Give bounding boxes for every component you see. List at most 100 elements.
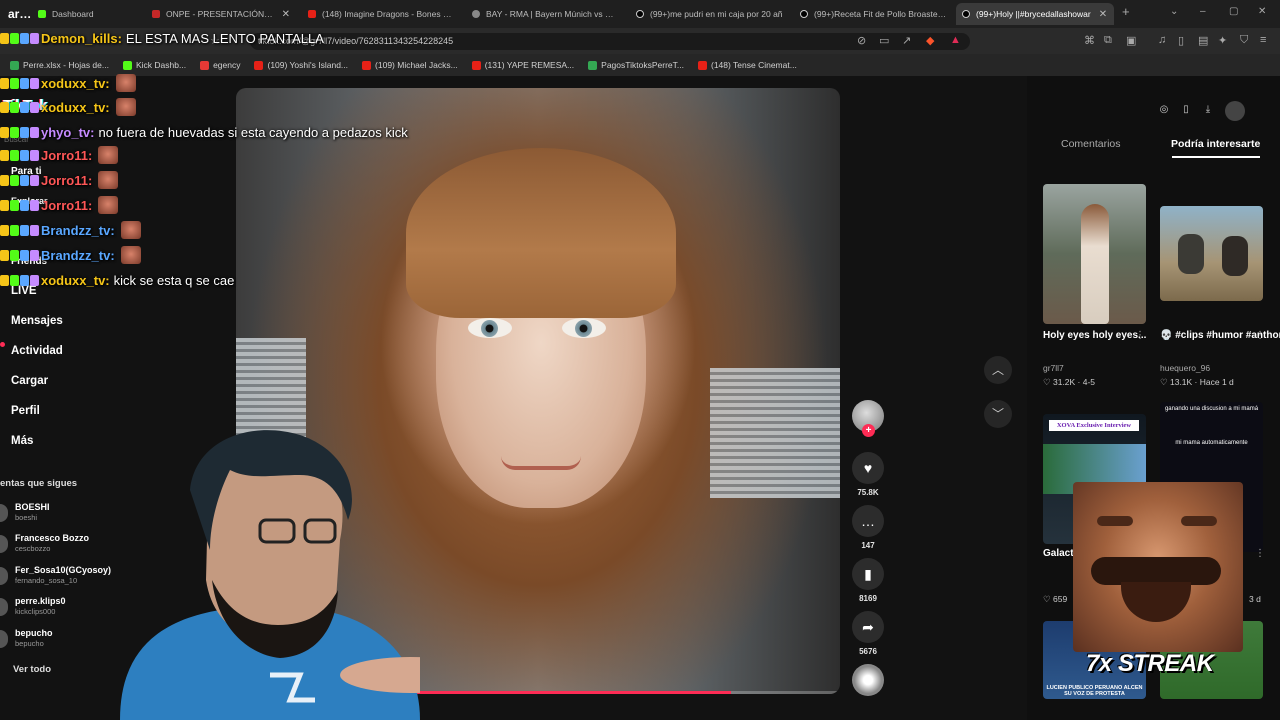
cast-icon[interactable]: ▭	[879, 34, 889, 47]
notification-dot	[0, 342, 5, 347]
badge-icon	[30, 149, 39, 161]
bookmark-item[interactable]: egency	[200, 60, 240, 70]
tab-tiktok-holy[interactable]: (99+)Holy ||#brycedallashowar ✕	[956, 3, 1114, 25]
save-button[interactable]: ▮ 8169	[848, 558, 888, 603]
follow-plus-icon[interactable]: +	[862, 424, 875, 437]
sidebar-icon[interactable]: ▯	[1178, 34, 1184, 47]
more-icon[interactable]: ⋮	[1135, 330, 1145, 341]
shield-icon[interactable]: ⛉	[1240, 34, 1248, 47]
close-window-icon[interactable]: ✕	[1258, 6, 1266, 17]
site-icon	[472, 10, 480, 18]
bookmark-label: (148) Tense Cinemat...	[710, 60, 797, 70]
hair-bangs	[406, 148, 676, 318]
tab-title: (99+)Holy ||#brycedallashowar	[976, 9, 1091, 19]
badge-icon	[0, 174, 9, 186]
nav-mas[interactable]: Más	[11, 435, 33, 447]
bookmark-item[interactable]: Kick Dashb...	[122, 60, 186, 70]
person-figure	[1178, 234, 1204, 274]
comment-button[interactable]: … 147	[848, 505, 888, 550]
shield-off-icon[interactable]: ⊘	[857, 34, 866, 47]
person-figure	[1081, 204, 1109, 324]
card-stats: ♡ 13.1K · Hace 1 d	[1160, 377, 1234, 387]
card-title[interactable]: Holy eyes holy eyes...	[1043, 330, 1146, 341]
bookmark-item[interactable]: Perre.xlsx - Hojas de...	[10, 60, 109, 70]
tab-tiktok-receta[interactable]: (99+)Receta Fit de Pollo Broaster en	[794, 3, 954, 25]
badge-icon	[0, 126, 9, 138]
chat-emote-icon	[115, 74, 136, 92]
minimize-icon[interactable]: –	[1200, 6, 1206, 17]
bookmark-item[interactable]: (131) YAPE REMESA...	[471, 60, 574, 70]
tab-title: BAY - RMA | Bayern Múnich vs Real	[486, 9, 618, 19]
card-user[interactable]: gr7ll7	[1043, 363, 1064, 373]
share-button[interactable]: ➦ 5676	[848, 611, 888, 656]
tiktok-icon	[636, 10, 644, 18]
bookmark-item[interactable]: (109) Yoshi's Island...	[254, 60, 348, 70]
chat-badges	[0, 126, 39, 138]
badge-icon	[20, 32, 29, 44]
tab-bayern[interactable]: BAY - RMA | Bayern Múnich vs Real	[466, 3, 624, 25]
rewards-icon[interactable]: ▲	[950, 34, 961, 46]
video-thumbnail[interactable]	[1160, 206, 1263, 301]
card-stats: 3 d	[1249, 594, 1261, 604]
account-handle: fernando_sosa_10	[15, 576, 78, 585]
author-avatar-button[interactable]: +	[848, 400, 888, 437]
tiktok-icon	[962, 10, 970, 18]
badge-icon	[10, 224, 19, 236]
close-icon[interactable]: ✕	[282, 9, 290, 20]
badge-icon	[0, 199, 9, 211]
more-icon[interactable]: ⋮	[1255, 330, 1265, 341]
bookmark-item[interactable]: PagosTiktoksPerreT...	[588, 60, 684, 70]
vpn-icon[interactable]: ⌘	[1084, 34, 1095, 47]
music-icon[interactable]: ♫	[1158, 34, 1166, 46]
wallet-icon[interactable]: ▤	[1198, 34, 1208, 47]
chat-username: Brandzz_tv:	[41, 247, 115, 263]
mustache	[1091, 557, 1221, 585]
bookmark-label: (109) Yoshi's Island...	[267, 60, 349, 70]
tab-tiktok-caja[interactable]: (99+)me pudri en mi caja por 20 añ	[630, 3, 790, 25]
nav-perfil[interactable]: Perfil	[11, 405, 40, 417]
device-icon[interactable]: ▯	[1179, 104, 1193, 118]
tab-onpe[interactable]: ONPE - PRESENTACIÓN DE RE ✕	[146, 3, 296, 25]
chat-emote-icon	[98, 196, 119, 214]
tab-dashboard[interactable]: Dashboard	[32, 3, 132, 25]
share-icon[interactable]: ↗	[902, 34, 911, 47]
close-icon[interactable]: ✕	[1099, 9, 1107, 20]
video-thumbnail[interactable]	[1043, 184, 1146, 324]
youtube-icon	[254, 60, 264, 70]
badge-icon	[10, 77, 19, 89]
see-all-link[interactable]: Ver todo	[13, 664, 51, 675]
tab-search-icon[interactable]: ⌄	[1170, 6, 1178, 17]
active-tab-indicator	[1172, 156, 1260, 158]
avatar[interactable]	[1225, 101, 1245, 121]
tab-comments[interactable]: Comentarios	[1061, 138, 1121, 150]
bookmark-item[interactable]: (148) Tense Cinemat...	[697, 60, 797, 70]
chevron-up-icon[interactable]: ︿	[984, 356, 1012, 384]
tab-imagine-dragons[interactable]: (148) Imagine Dragons - Bones (Of	[302, 3, 460, 25]
badge-icon	[20, 274, 29, 286]
nav-mensajes[interactable]: Mensajes	[11, 315, 63, 327]
nav-cargar[interactable]: Cargar	[11, 375, 48, 387]
person-figure	[1222, 236, 1248, 276]
menu-icon[interactable]: ≡	[1260, 34, 1266, 46]
nav-actividad[interactable]: Actividad	[11, 345, 63, 357]
compass-icon[interactable]: ◎	[1157, 104, 1171, 118]
like-button[interactable]: ♥ 75.8K	[848, 452, 888, 497]
extensions-icon[interactable]: ⧉	[1104, 34, 1112, 47]
download-icon[interactable]: ⤓	[1201, 104, 1215, 118]
music-disc-button[interactable]	[848, 664, 888, 696]
chat-badges	[0, 77, 39, 89]
new-tab-icon[interactable]: +	[1122, 4, 1130, 19]
ai-icon[interactable]: ✦	[1218, 34, 1227, 47]
card-user[interactable]: huequero_96	[1160, 363, 1210, 373]
chat-emote-icon	[115, 98, 136, 116]
chevron-down-icon[interactable]: ﹀	[984, 400, 1012, 428]
brave-icon[interactable]: ◆	[926, 34, 934, 47]
site-icon	[200, 60, 210, 70]
tab-title: Dashboard	[52, 9, 94, 19]
tab-recommended[interactable]: Podría interesarte	[1171, 138, 1260, 150]
maximize-icon[interactable]: ▢	[1229, 6, 1238, 17]
bookmark-item[interactable]: (109) Michael Jacks...	[362, 60, 458, 70]
screenshot-icon[interactable]: ▣	[1126, 34, 1136, 47]
more-icon[interactable]: ⋮	[1255, 548, 1265, 559]
badge-icon	[0, 274, 9, 286]
